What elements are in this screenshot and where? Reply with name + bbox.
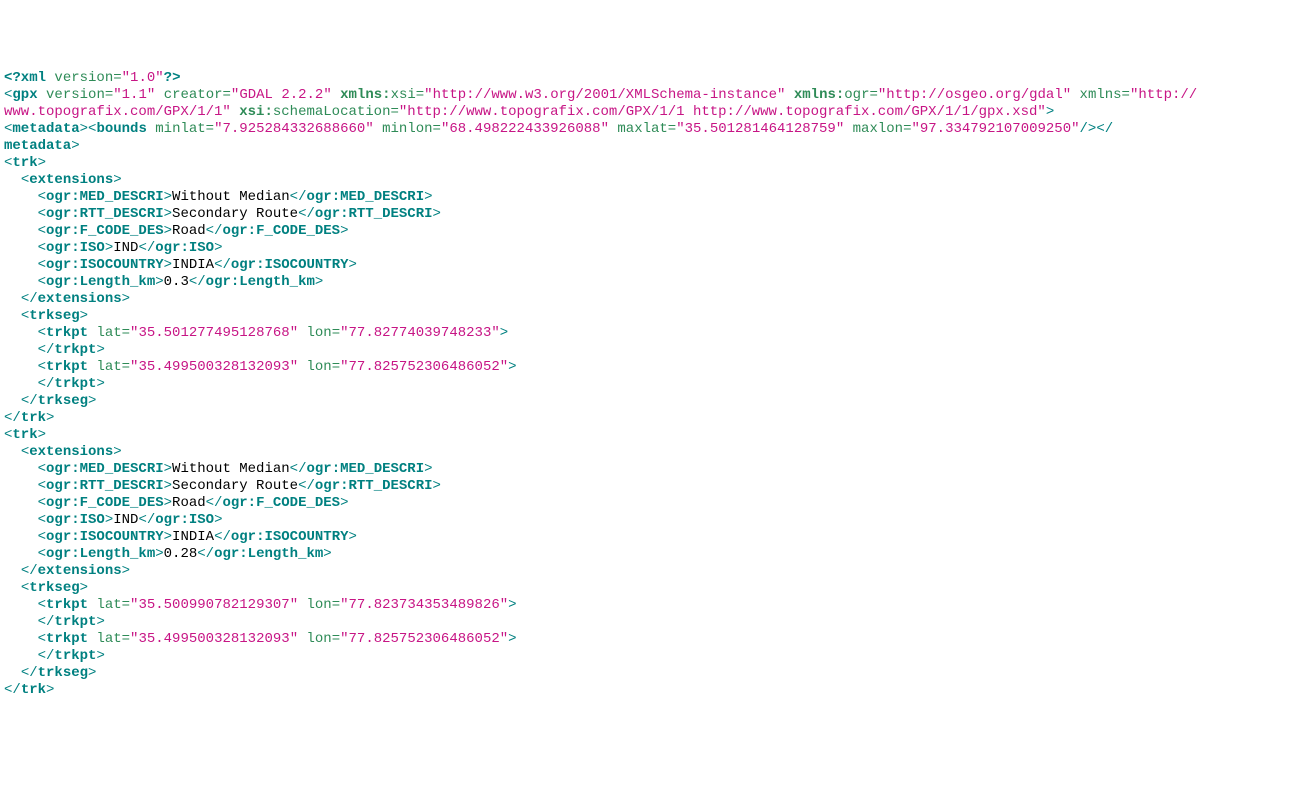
trk2-open: <trk> [4, 427, 46, 443]
metadata-tag: <metadata><bounds [4, 121, 155, 137]
trk1-open: <trk> [4, 155, 46, 171]
xml-declaration: <?xml [4, 70, 54, 86]
xml-code-block: <?xml version="1.0"?> <gpx version="1.1"… [4, 70, 1293, 699]
gpx-open: <gpx [4, 87, 46, 103]
